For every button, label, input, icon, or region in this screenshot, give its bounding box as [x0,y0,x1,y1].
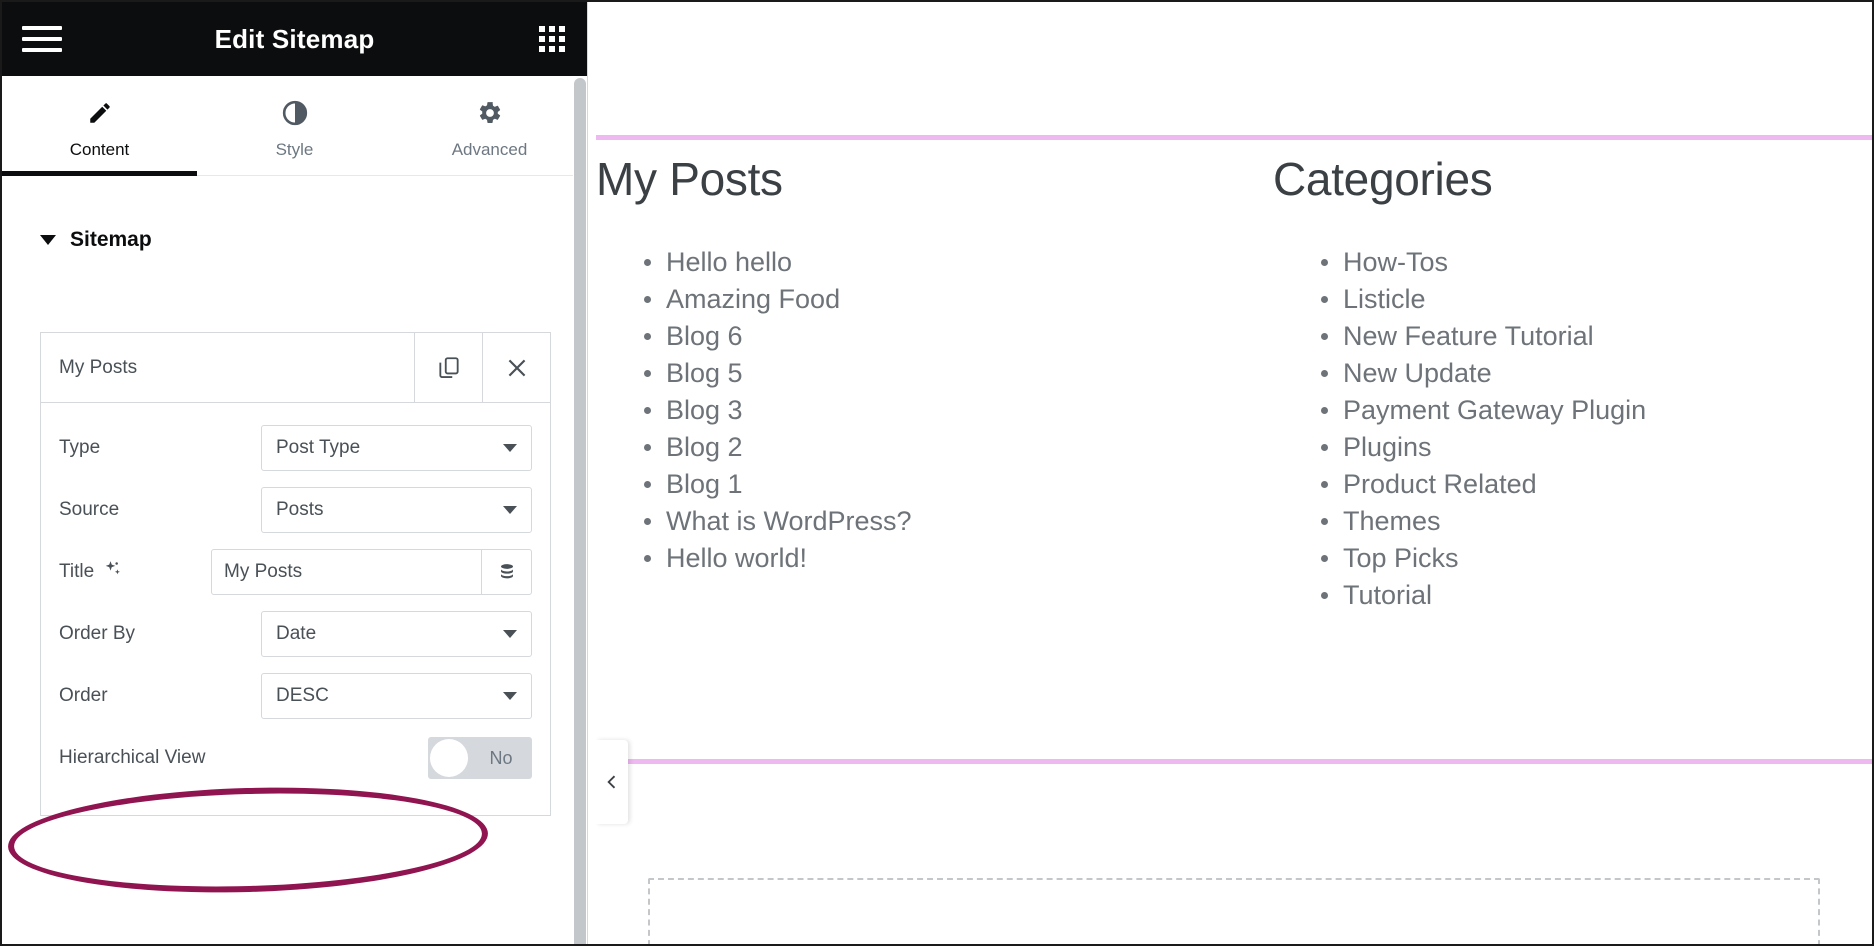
toggle-value-label: No [489,747,513,768]
field-title-control [211,549,532,595]
field-title-label: Title [59,559,201,585]
list-item[interactable]: What is WordPress? [644,503,1195,540]
field-hierarchical-view: Hierarchical View No [59,727,532,789]
list-item[interactable]: Tutorial [1321,577,1872,614]
chevron-down-icon [503,444,517,452]
contrast-icon [282,100,308,126]
editor-panel: Edit Sitemap Content Style Advanced Site… [2,2,588,944]
gear-icon [477,100,503,126]
list-item[interactable]: Listicle [1321,281,1872,318]
sitemap-list-categories: How-Tos Listicle New Feature Tutorial Ne… [1273,244,1872,614]
source-select[interactable]: Posts [261,487,532,533]
field-source: Source Posts [59,479,532,541]
sitemap-widget-preview: My Posts Hello hello Amazing Food Blog 6… [596,152,1872,614]
tab-style[interactable]: Style [197,76,392,175]
tab-advanced-label: Advanced [451,139,528,159]
list-item[interactable]: Blog 6 [644,318,1195,355]
hamburger-menu-icon[interactable] [22,21,66,57]
field-type: Type Post Type [59,417,532,479]
chevron-down-icon [40,235,56,245]
title-input-wrapper [211,549,532,595]
field-title: Title [59,541,532,603]
section-title: Sitemap [70,228,152,251]
field-source-label: Source [59,499,120,520]
field-title-label-text: Title [59,561,95,582]
panel-tabs: Content Style Advanced [2,76,587,176]
hierarchical-view-toggle[interactable]: No [428,737,532,779]
order-by-select[interactable]: Date [261,611,532,657]
sitemap-repeater: My Posts Type Post Type Source Posts Tit… [40,332,551,816]
list-item[interactable]: Hello hello [644,244,1195,281]
type-select-value: Post Type [276,437,361,458]
sitemap-column-posts: My Posts Hello hello Amazing Food Blog 6… [596,152,1195,614]
panel-scrollbar[interactable] [573,76,587,944]
repeater-item-title[interactable]: My Posts [41,333,414,402]
field-hierarchical-view-label: Hierarchical View [59,747,206,768]
tab-advanced[interactable]: Advanced [392,76,587,175]
sitemap-column-heading: My Posts [596,153,783,205]
list-item[interactable]: Hello world! [644,540,1195,577]
section-header-sitemap[interactable]: Sitemap [2,176,587,252]
field-order-control: DESC [261,673,532,719]
chevron-down-icon [503,506,517,514]
panel-title: Edit Sitemap [214,23,375,54]
grid-apps-icon[interactable] [539,26,565,52]
copy-icon[interactable] [414,333,482,402]
list-item[interactable]: New Feature Tutorial [1321,318,1872,355]
list-item[interactable]: Blog 1 [644,466,1195,503]
field-order-by-control: Date [261,611,532,657]
chevron-down-icon [503,630,517,638]
field-order-by-label: Order By [59,623,136,644]
database-dynamic-tag-icon[interactable] [481,550,531,594]
field-order: Order DESC [59,665,532,727]
panel-body: Sitemap My Posts Type Post Type Source P… [2,176,587,944]
order-by-select-value: Date [276,623,317,644]
list-item[interactable]: Blog 5 [644,355,1195,392]
list-item[interactable]: Product Related [1321,466,1872,503]
title-input[interactable] [212,550,481,594]
field-source-control: Posts [261,487,532,533]
list-item[interactable]: Blog 2 [644,429,1195,466]
repeater-item-fields: Type Post Type Source Posts Title My Pos… [41,403,550,815]
list-item[interactable]: Payment Gateway Plugin [1321,392,1872,429]
list-item[interactable]: How-Tos [1321,244,1872,281]
sitemap-column-categories: Categories How-Tos Listicle New Feature … [1195,152,1872,614]
tab-content-label: Content [69,139,130,159]
sparkles-ai-icon[interactable] [103,559,123,585]
order-select[interactable]: DESC [261,673,532,719]
sitemap-list-posts: Hello hello Amazing Food Blog 6 Blog 5 B… [596,244,1195,577]
list-item[interactable]: Themes [1321,503,1872,540]
chevron-down-icon [503,692,517,700]
preview-canvas: My Posts Hello hello Amazing Food Blog 6… [596,2,1872,944]
list-item[interactable]: Blog 3 [644,392,1195,429]
field-order-by: Order By Date [59,603,532,665]
section-divider-bottom [596,759,1872,764]
chevron-left-icon [607,775,616,789]
field-type-control: Post Type [261,425,532,471]
panel-collapse-handle[interactable] [596,740,628,824]
toggle-knob [430,739,468,777]
pencil-icon [87,100,113,126]
list-item[interactable]: Amazing Food [644,281,1195,318]
source-select-value: Posts [276,499,324,520]
section-divider-top [596,135,1872,140]
field-type-label: Type [59,437,101,458]
list-item[interactable]: Plugins [1321,429,1872,466]
type-select[interactable]: Post Type [261,425,532,471]
tab-style-label: Style [275,139,314,159]
close-x-icon[interactable] [482,333,550,402]
field-hierarchical-view-control: No [261,737,532,779]
elementor-editor-window: Edit Sitemap Content Style Advanced Site… [0,0,1874,946]
tab-content[interactable]: Content [2,76,197,176]
panel-scrollbar-thumb[interactable] [574,78,586,944]
list-item[interactable]: Top Picks [1321,540,1872,577]
repeater-item-header: My Posts [41,333,550,403]
field-order-label: Order [59,685,108,706]
list-item[interactable]: New Update [1321,355,1872,392]
panel-header: Edit Sitemap [2,2,587,76]
empty-section-dropzone[interactable] [648,878,1820,944]
order-select-value: DESC [276,685,329,706]
sitemap-column-heading: Categories [1273,153,1493,205]
